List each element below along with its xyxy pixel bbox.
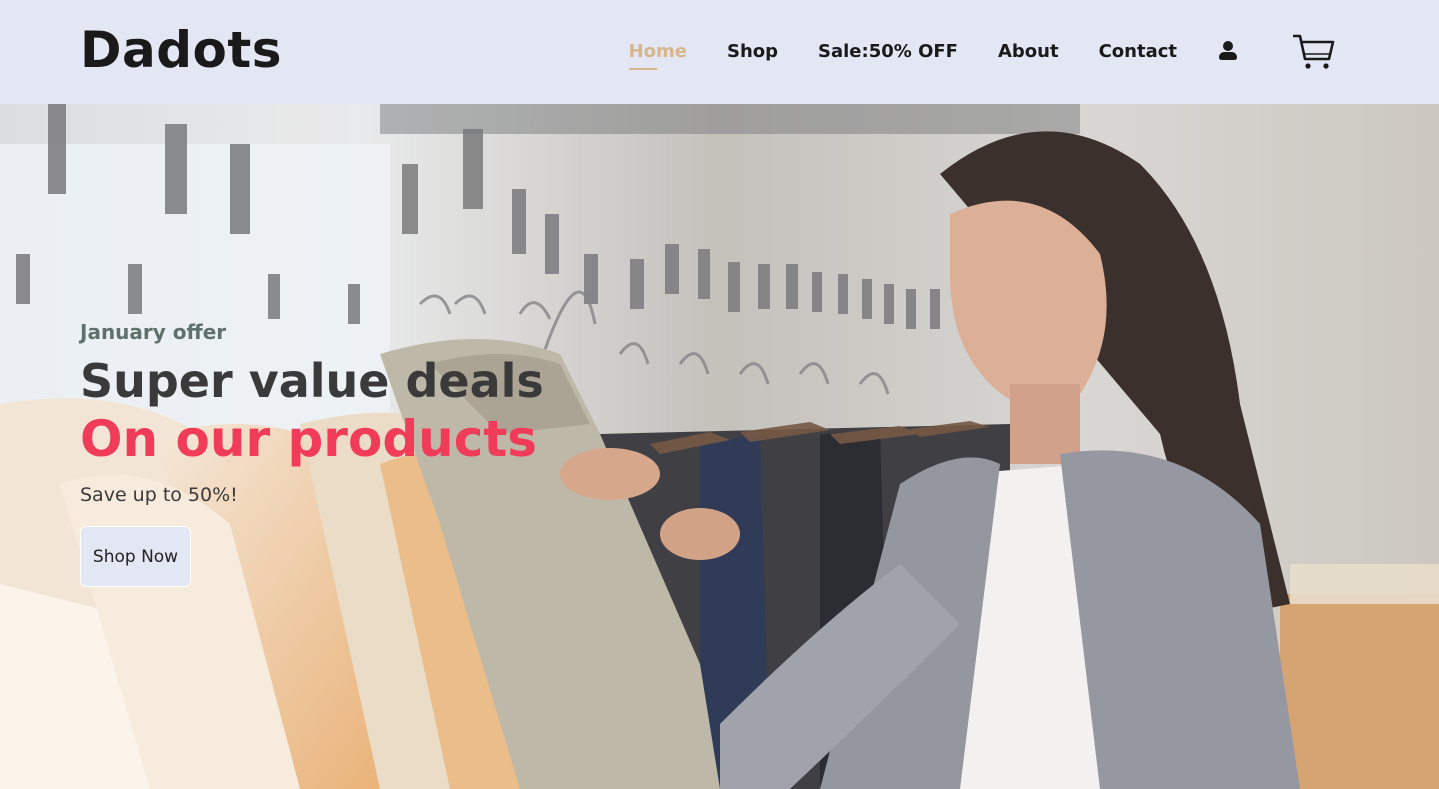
hero-subtext: Save up to 50%! <box>80 484 238 506</box>
hero-section: January offer Super value deals On our p… <box>0 104 1439 789</box>
user-icon[interactable] <box>1217 40 1239 64</box>
site-header: Dadots Home Shop Sale:50% OFF About Cont… <box>0 0 1439 104</box>
logo[interactable]: Dadots <box>80 21 282 79</box>
shop-now-button[interactable]: Shop Now <box>80 526 191 587</box>
hero-text-block: January offer Super value deals On our p… <box>80 320 544 587</box>
hero-headline-accent: On our products <box>80 410 538 468</box>
user-icon-body <box>1219 52 1237 60</box>
nav-sale[interactable]: Sale:50% OFF <box>818 41 958 64</box>
hero-headline: Super value deals <box>80 354 544 408</box>
nav-contact[interactable]: Contact <box>1099 41 1177 64</box>
main-nav: Home Shop Sale:50% OFF About Contact <box>589 33 1335 71</box>
nav-home[interactable]: Home <box>628 41 687 70</box>
nav-shop[interactable]: Shop <box>727 41 778 64</box>
nav-about[interactable]: About <box>998 41 1059 64</box>
offer-label: January offer <box>80 320 227 344</box>
cart-icon[interactable] <box>1293 33 1335 71</box>
user-icon-head <box>1223 41 1233 51</box>
